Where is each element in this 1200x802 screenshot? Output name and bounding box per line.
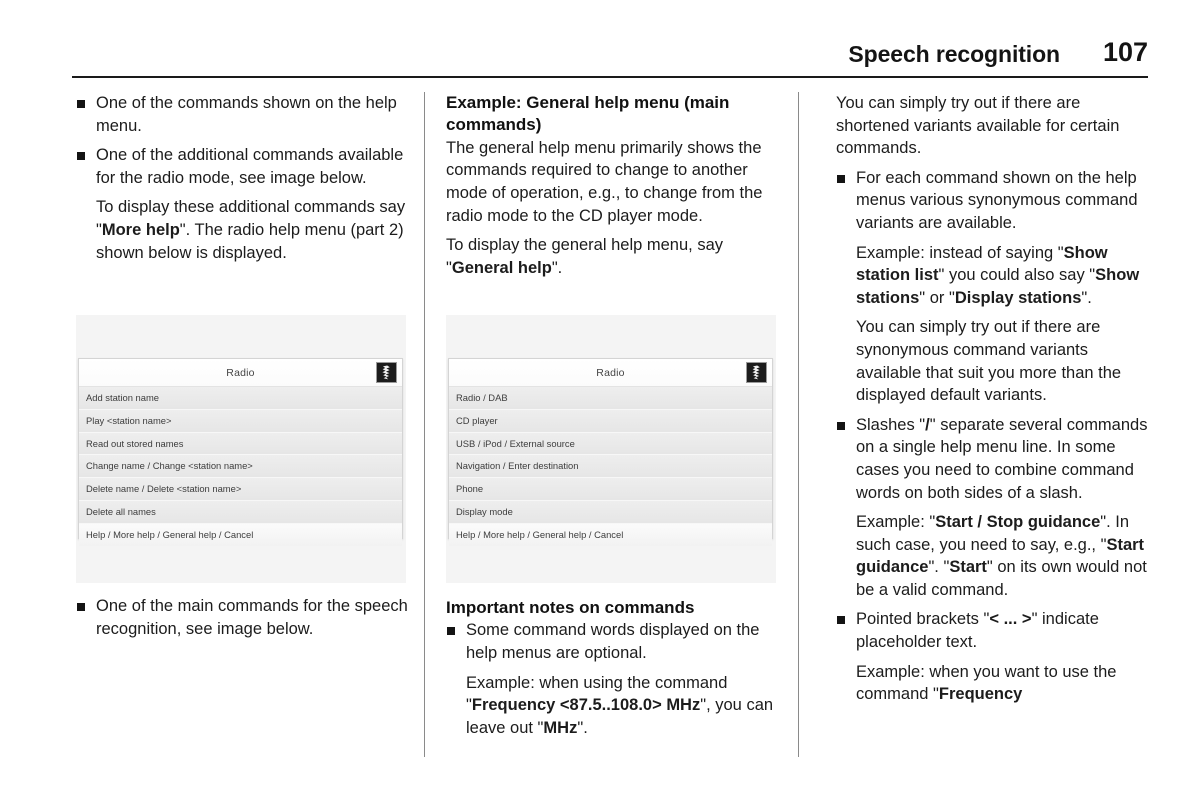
text-post: ". [577,718,588,737]
radio-menu-row[interactable]: Help / More help / General help / Cancel [449,523,772,546]
radio-menu-titlebar: Radio [449,359,772,387]
radio-menu-row[interactable]: Delete all names [79,500,402,524]
command-frequency: Frequency [938,685,1023,704]
column-1: One of the commands shown on the help me… [76,92,408,638]
paragraph-shortened-variants: You can simply try out if there are shor… [836,94,1120,158]
paragraph-frequency-example: Example: when using the command "Frequen… [446,672,780,740]
paragraph-frequency-example-continued: Example: when you want to use the comman… [836,661,1148,706]
list-item: One of the main commands for the speech … [76,595,426,640]
page-title: Speech recognition [848,41,1060,67]
command-start-stop-guidance: Start / Stop guidance [935,513,1101,532]
paragraph-general-help-description: The general help menu primarily shows th… [446,138,763,225]
radio-menu-row[interactable]: Add station name [79,387,402,410]
page-header: Speech recognition 107 [72,20,1148,66]
page-number: 107 [1102,37,1148,67]
command-start: Start [949,558,987,577]
bullet-text: Pointed brackets "< ... >" indicate plac… [856,608,1148,653]
column-3: You can simply try out if there are shor… [836,92,1148,713]
radio-menu-row[interactable]: Help / More help / General help / Cancel [79,523,402,546]
list-item: One of the additional commands available… [76,144,406,189]
text-pre: Slashes " [856,415,926,434]
radio-menu-row[interactable]: Change name / Change <station name> [79,455,402,479]
text-pre: Example: instead of saying " [856,243,1064,262]
paragraph-guidance-example: Example: "Start / Stop guidance". In suc… [836,511,1148,601]
list-item: One of the commands shown on the help me… [76,92,406,137]
column-divider-1 [424,92,425,757]
radio-menu-row[interactable]: CD player [449,409,772,433]
radio-menu-row[interactable]: USB / iPod / External source [449,432,772,456]
radio-menu-title: Radio [596,366,625,379]
radio-menu-row[interactable]: Display mode [449,500,772,524]
command-more-help: More help [101,220,180,239]
radio-menu-panel: Radio Add station name Play <station nam… [78,358,403,546]
paragraph-text: Example: when you want to use the comman… [856,661,1148,706]
radio-menu-row[interactable]: Radio / DAB [449,387,772,410]
text-post: ". [1081,288,1092,307]
text-mid: ". " [928,558,950,577]
radio-menu-row[interactable]: Phone [449,478,772,501]
radio-menu-row[interactable]: Read out stored names [79,432,402,456]
radio-menu-panel: Radio Radio / DAB CD player USB / iPod /… [448,358,773,546]
paragraph-text: Example: "Start / Stop guidance". In suc… [856,511,1148,601]
list-item: Slashes "/" separate several commands on… [836,414,1148,504]
radio-menu-row[interactable]: Navigation / Enter destination [449,455,772,479]
paragraph-text: To display these additional commands say… [96,196,406,264]
text-post: ". [551,258,563,277]
radio-menu-row[interactable]: Delete name / Delete <station name> [79,478,402,501]
paragraph-say-general-help: To display the general help menu, say "G… [446,234,776,279]
page-body-columns: One of the commands shown on the help me… [0,92,1200,792]
radio-menu-row[interactable]: Play <station name> [79,409,402,433]
section-heading-example-general-help: Example: General help menu (main command… [446,93,730,135]
command-general-help: General help [451,258,552,277]
bullet-text: One of the commands shown on the help me… [96,94,397,135]
bullet-text: Some command words displayed on the help… [466,621,760,662]
text-mid: " you could also say " [938,266,1096,285]
speech-recognition-icon[interactable] [746,362,767,383]
paragraph-more-help: To display these additional commands say… [76,196,406,264]
radio-menu-rows: Radio / DAB CD player USB / iPod / Exter… [449,387,772,546]
radio-menu-title: Radio [226,366,255,379]
column-divider-2 [798,92,799,757]
command-mhz: MHz [543,718,578,737]
list-item: Pointed brackets "< ... >" indicate plac… [836,608,1148,653]
paragraph-text: Example: instead of saying "Show station… [856,242,1148,310]
figure-general-help-menu: Radio Radio / DAB CD player USB / iPod /… [446,315,776,583]
section-heading-important-notes: Important notes on commands [446,598,695,617]
text-mid: " or " [919,288,955,307]
paragraph-synonym-example: Example: instead of saying "Show station… [836,242,1148,310]
bullet-text: For each command shown on the help menus… [856,168,1138,232]
bullet-text: One of the main commands for the speech … [96,597,408,638]
text-pre: Pointed brackets " [856,610,990,629]
paragraph-try-synonymous-variants: You can simply try out if there are syno… [836,316,1148,406]
text-pre: Example: " [856,513,936,532]
bullet-text: Slashes "/" separate several commands on… [856,414,1148,504]
figure-radio-help-menu-part2: Radio Add station name Play <station nam… [76,315,406,583]
column-2: Example: General help menu (main command… [446,92,776,737]
bullet-text: One of the additional commands available… [96,146,404,187]
command-frequency-mhz: Frequency <87.5..108.0> MHz [471,696,701,715]
pointed-brackets-symbol: < ... > [989,610,1032,629]
speech-recognition-icon[interactable] [376,362,397,383]
header-divider-rule [72,76,1148,78]
radio-menu-titlebar: Radio [79,359,402,387]
paragraph-text: You can simply try out if there are syno… [856,318,1122,405]
paragraph-text: Example: when using the command "Frequen… [466,672,780,740]
radio-menu-rows: Add station name Play <station name> Rea… [79,387,402,546]
command-display-stations: Display stations [954,288,1082,307]
list-item: Some command words displayed on the help… [446,619,780,664]
list-item: For each command shown on the help menus… [836,167,1148,235]
important-notes-block: Important notes on commands Some command… [446,597,780,746]
